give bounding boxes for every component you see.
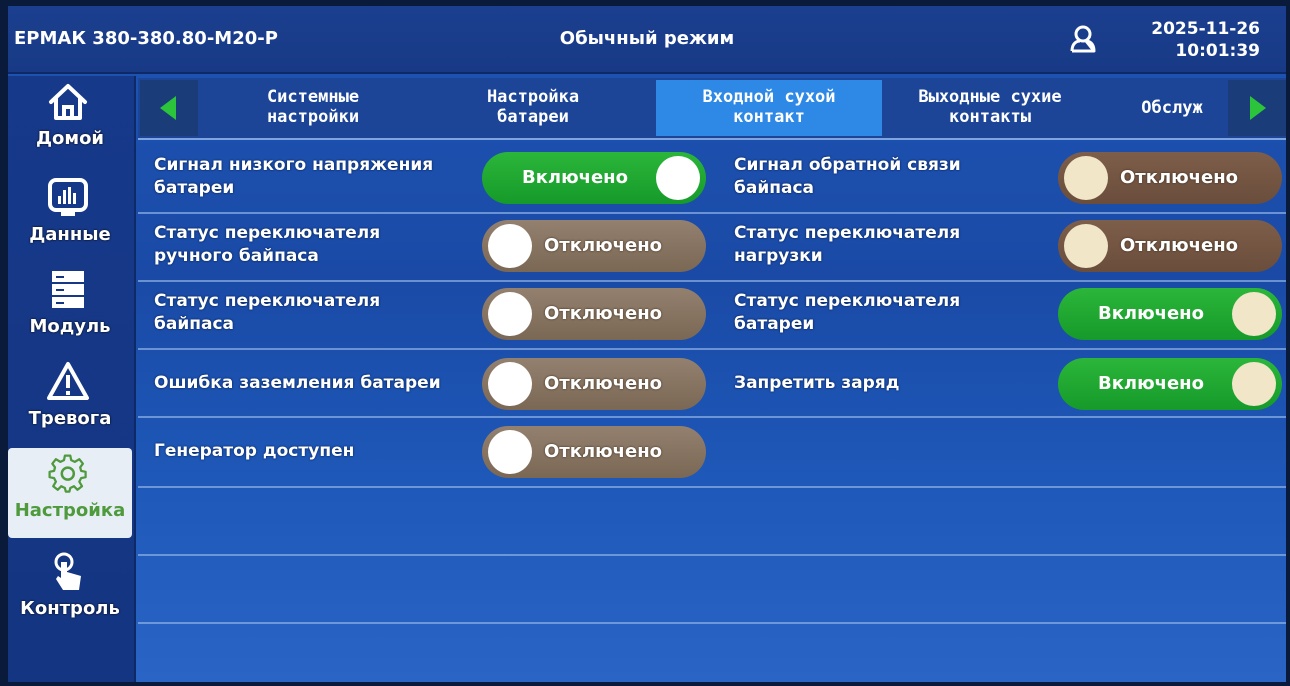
device-model: ЕРМАК 380-380.80-М20-Р bbox=[14, 28, 278, 49]
header-bar: ЕРМАК 380-380.80-М20-Р Обычный режим 202… bbox=[8, 6, 1286, 74]
toggle-knob bbox=[656, 156, 700, 200]
toggle-generator-available[interactable]: Отключено bbox=[482, 426, 706, 478]
sidebar-item-settings[interactable]: Настройка bbox=[8, 448, 132, 538]
setting-label-bypass-feedback: Сигнал обратной связи байпаса bbox=[734, 155, 961, 198]
setting-label-bypass-switch: Статус переключателя байпаса bbox=[154, 291, 381, 334]
row-divider bbox=[138, 554, 1286, 556]
sidebar-item-label: Тревога bbox=[28, 408, 112, 429]
sidebar-item-alarm[interactable]: Тревога bbox=[8, 356, 132, 446]
toggle-knob bbox=[488, 292, 532, 336]
home-icon bbox=[49, 84, 87, 120]
setting-label-battery-switch: Статус переключателя батареи bbox=[734, 291, 961, 334]
sidebar: Домой Данные Модуль Тревога Настройка Ко… bbox=[8, 76, 136, 682]
warning-icon bbox=[47, 362, 89, 400]
row-divider bbox=[138, 416, 1286, 418]
toggle-low-battery-voltage[interactable]: Включено bbox=[482, 152, 706, 204]
server-icon bbox=[52, 271, 84, 308]
row-divider bbox=[138, 622, 1286, 624]
toggle-state: Отключено bbox=[1120, 235, 1239, 256]
date-text: 2025-11-26 bbox=[1151, 19, 1260, 39]
toggle-manual-bypass-switch[interactable]: Отключено bbox=[482, 220, 706, 272]
sidebar-item-data[interactable]: Данные bbox=[8, 172, 132, 262]
toggle-knob bbox=[1232, 362, 1276, 406]
user-icon[interactable] bbox=[1068, 24, 1098, 54]
tab-service[interactable]: Обслуж bbox=[1124, 80, 1220, 136]
sidebar-item-module[interactable]: Модуль bbox=[8, 264, 132, 354]
sidebar-item-label: Настройка bbox=[14, 500, 126, 521]
touch-icon bbox=[54, 552, 81, 590]
tab-scroll-left-button[interactable] bbox=[140, 80, 198, 136]
toggle-state: Отключено bbox=[544, 303, 663, 324]
row-divider bbox=[138, 280, 1286, 282]
toggle-knob bbox=[488, 224, 532, 268]
setting-label-low-battery-voltage: Сигнал низкого напряжения батареи bbox=[154, 155, 434, 198]
toggle-disable-charge[interactable]: Включено bbox=[1058, 358, 1282, 410]
toggle-state: Включено bbox=[522, 167, 628, 188]
tab-bar: Системные настройки Настройка батареи Вх… bbox=[138, 78, 1286, 140]
toggle-state: Включено bbox=[1098, 303, 1204, 324]
tab-input-dry-contact[interactable]: Входной сухой контакт bbox=[656, 80, 882, 136]
sidebar-item-label: Данные bbox=[29, 224, 111, 245]
datetime: 2025-11-26 10:01:39 bbox=[1151, 18, 1260, 62]
setting-label-generator-available: Генератор доступен bbox=[154, 441, 355, 461]
toggle-knob bbox=[1064, 224, 1108, 268]
row-divider bbox=[138, 486, 1286, 488]
sidebar-item-label: Контроль bbox=[20, 598, 120, 619]
toggle-bypass-feedback[interactable]: Отключено bbox=[1058, 152, 1282, 204]
arrow-right-icon bbox=[1250, 96, 1266, 120]
toggle-knob bbox=[1064, 156, 1108, 200]
gear-icon bbox=[48, 454, 87, 493]
sidebar-item-home[interactable]: Домой bbox=[8, 76, 132, 166]
sidebar-item-control[interactable]: Контроль bbox=[8, 546, 132, 636]
sidebar-item-label: Модуль bbox=[29, 316, 111, 337]
setting-label-battery-ground-fault: Ошибка заземления батареи bbox=[154, 373, 441, 393]
setting-label-load-switch: Статус переключателя нагрузки bbox=[734, 223, 961, 266]
row-divider bbox=[138, 212, 1286, 214]
setting-label-manual-bypass-switch: Статус переключателя ручного байпаса bbox=[154, 223, 381, 266]
toggle-state: Отключено bbox=[544, 373, 663, 394]
tab-output-dry-contacts[interactable]: Выходные сухие контакты bbox=[888, 80, 1092, 136]
toggle-state: Отключено bbox=[544, 441, 663, 462]
toggle-state: Включено bbox=[1098, 373, 1204, 394]
sidebar-item-label: Домой bbox=[35, 128, 105, 149]
toggle-state: Отключено bbox=[544, 235, 663, 256]
screen: ЕРМАК 380-380.80-М20-Р Обычный режим 202… bbox=[8, 6, 1286, 682]
row-divider bbox=[138, 348, 1286, 350]
toggle-knob bbox=[488, 362, 532, 406]
toggle-battery-switch[interactable]: Включено bbox=[1058, 288, 1282, 340]
chart-icon bbox=[48, 178, 88, 216]
toggle-load-switch[interactable]: Отключено bbox=[1058, 220, 1282, 272]
arrow-left-icon bbox=[160, 96, 176, 120]
setting-label-disable-charge: Запретить заряд bbox=[734, 373, 900, 393]
tab-system-settings[interactable]: Системные настройки bbox=[218, 80, 408, 136]
time-text: 10:01:39 bbox=[1175, 41, 1260, 61]
tab-battery-settings[interactable]: Настройка батареи bbox=[438, 80, 628, 136]
toggle-state: Отключено bbox=[1120, 167, 1239, 188]
tab-scroll-right-button[interactable] bbox=[1228, 80, 1286, 136]
toggle-knob bbox=[1232, 292, 1276, 336]
toggle-bypass-switch[interactable]: Отключено bbox=[482, 288, 706, 340]
toggle-knob bbox=[488, 430, 532, 474]
toggle-battery-ground-fault[interactable]: Отключено bbox=[482, 358, 706, 410]
